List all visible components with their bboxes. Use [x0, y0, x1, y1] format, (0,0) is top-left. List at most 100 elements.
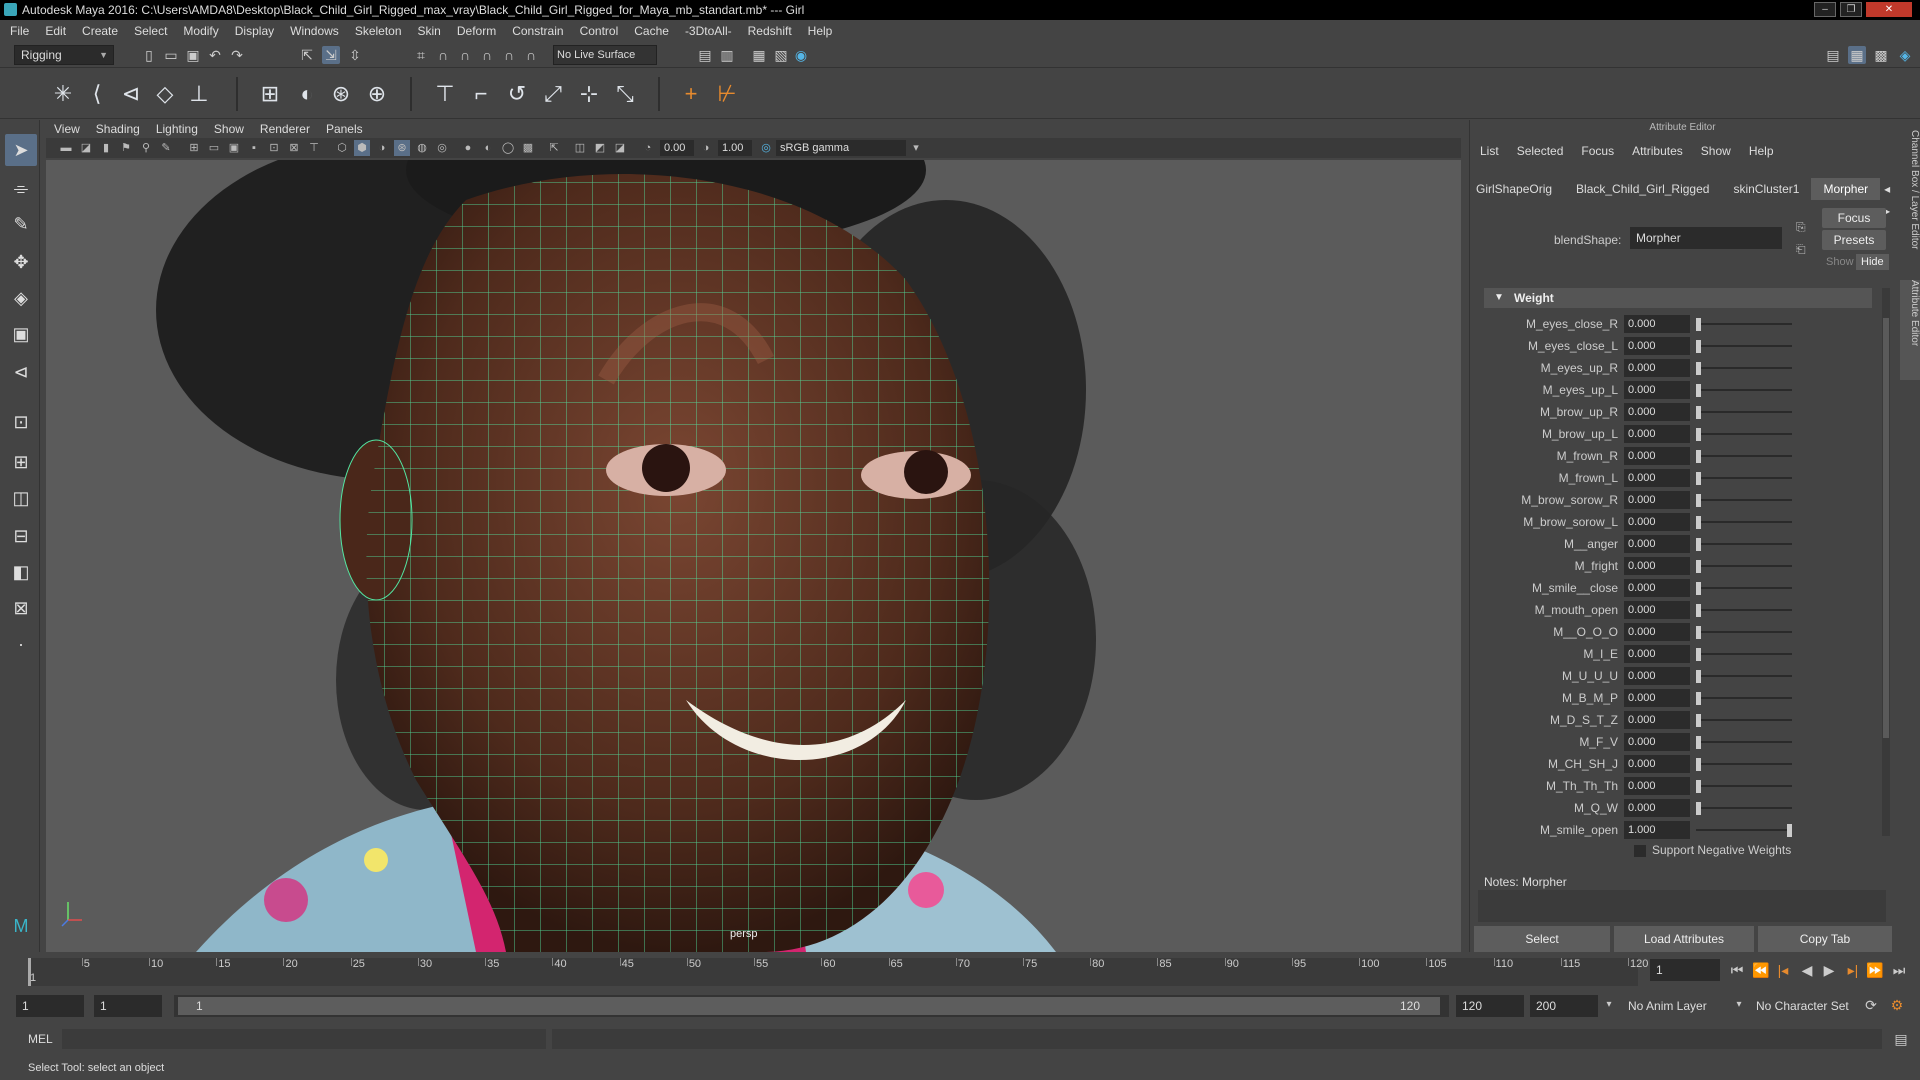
3d-viewport[interactable]: persp — [46, 160, 1461, 952]
menu-display[interactable]: Display — [235, 24, 274, 38]
minimize-icon[interactable]: – — [1814, 2, 1836, 17]
select-button[interactable]: Select — [1474, 926, 1610, 952]
weight-slider-thumb[interactable] — [1696, 692, 1701, 705]
weight-slider-thumb[interactable] — [1696, 406, 1701, 419]
menu-control[interactable]: Control — [580, 24, 619, 38]
attribute-editor-side-tab[interactable]: Attribute Editor — [1900, 280, 1920, 380]
open-scene-icon[interactable]: ▭ — [162, 46, 180, 64]
modeling-toolkit-icon[interactable]: ▤ — [1824, 46, 1842, 64]
support-negative-checkbox[interactable]: Support Negative Weights — [1634, 843, 1791, 857]
weight-slider-track[interactable] — [1696, 829, 1792, 831]
field-chart-icon[interactable]: ⊡ — [266, 140, 282, 156]
mel-input[interactable] — [62, 1029, 546, 1049]
ik-spline-icon[interactable]: ◇ — [150, 79, 180, 109]
go-to-start-icon[interactable]: ⏮ — [1728, 961, 1746, 979]
notes-textarea[interactable] — [1478, 890, 1886, 922]
anim-layer-dropdown[interactable]: No Anim Layer — [1622, 995, 1732, 1017]
ae-menu-attributes[interactable]: Attributes — [1632, 144, 1683, 158]
script-editor-icon[interactable]: ▤ — [1892, 1030, 1910, 1048]
output-connection-icon[interactable]: ⎗ — [1796, 242, 1806, 257]
lights-icon[interactable]: ◎ — [434, 140, 450, 156]
ae-menu-help[interactable]: Help — [1749, 144, 1774, 158]
playback-start-field[interactable]: 1 — [94, 995, 162, 1017]
camera-select-icon[interactable]: ▬ — [58, 140, 74, 156]
weight-slider-thumb[interactable] — [1696, 516, 1701, 529]
ae-menu-show[interactable]: Show — [1701, 144, 1731, 158]
aim-constraint-icon[interactable]: ⊹ — [574, 79, 604, 109]
mel-label[interactable]: MEL — [28, 1032, 53, 1046]
weight-slider-thumb[interactable] — [1696, 780, 1701, 793]
snap-live-icon[interactable]: ∩ — [522, 46, 540, 64]
close-icon[interactable]: ✕ — [1866, 2, 1912, 17]
vp-menu-lighting[interactable]: Lighting — [156, 122, 198, 136]
insert-joint-icon[interactable]: ⟨ — [82, 79, 112, 109]
locator-icon[interactable]: ⊬ — [712, 79, 742, 109]
weight-value-field[interactable]: 0.000 — [1624, 601, 1690, 619]
range-slider-handle[interactable]: 1 120 — [178, 997, 1440, 1015]
select-object-icon[interactable]: ⇲ — [322, 46, 340, 64]
weight-slider-thumb[interactable] — [1696, 494, 1701, 507]
channel-box-toggle-icon[interactable]: ◈ — [1896, 46, 1914, 64]
ae-menu-list[interactable]: List — [1480, 144, 1499, 158]
smooth-shade-icon[interactable]: ⬢ — [354, 140, 370, 156]
weight-slider-track[interactable] — [1696, 367, 1792, 369]
tab-morpher[interactable]: Morpher — [1811, 178, 1881, 200]
weight-value-field[interactable]: 0.000 — [1624, 535, 1690, 553]
weight-slider-track[interactable] — [1696, 411, 1792, 413]
select-tool-icon[interactable]: ➤ — [5, 134, 37, 166]
character-set-dropdown[interactable]: No Character Set — [1750, 995, 1860, 1017]
weight-slider-track[interactable] — [1696, 433, 1792, 435]
snap-point-icon[interactable]: ∩ — [456, 46, 474, 64]
playback-end-field[interactable]: 120 — [1456, 995, 1524, 1017]
weight-value-field[interactable]: 0.000 — [1624, 315, 1690, 333]
weight-value-field[interactable]: 0.000 — [1624, 579, 1690, 597]
vp-menu-shading[interactable]: Shading — [96, 122, 140, 136]
layout-graph-icon[interactable]: ◧ — [5, 556, 37, 588]
last-tool-icon[interactable]: ⊲ — [5, 356, 37, 388]
render-settings-icon[interactable]: ▧ — [772, 46, 790, 64]
select-component-icon[interactable]: ⇳ — [346, 46, 364, 64]
weight-value-field[interactable]: 0.000 — [1624, 755, 1690, 773]
range-slider[interactable]: 1 120 — [174, 995, 1449, 1017]
step-forward-frame-icon[interactable]: ▸| — [1844, 961, 1862, 979]
weight-slider-track[interactable] — [1696, 807, 1792, 809]
chevron-down-icon[interactable]: ▾ — [908, 140, 924, 156]
vp-menu-panels[interactable]: Panels — [326, 122, 363, 136]
checkbox-box[interactable] — [1634, 844, 1646, 857]
layout-outliner-icon[interactable]: ⊟ — [5, 520, 37, 552]
weight-slider-track[interactable] — [1696, 653, 1792, 655]
rotate-tool-icon[interactable]: ◈ — [5, 282, 37, 314]
menu-help[interactable]: Help — [808, 24, 833, 38]
play-backward-icon[interactable]: ◀ — [1798, 961, 1816, 979]
channel-box-side-tab[interactable]: Channel Box / Layer Editor — [1900, 130, 1920, 270]
camera-attr-icon[interactable]: ◪ — [78, 140, 94, 156]
menu-create[interactable]: Create — [82, 24, 118, 38]
animation-end-field[interactable]: 200 — [1530, 995, 1598, 1017]
step-forward-key-icon[interactable]: ⏩ — [1866, 961, 1884, 979]
weight-slider-thumb[interactable] — [1696, 318, 1701, 331]
weight-slider-track[interactable] — [1696, 785, 1792, 787]
weight-value-field[interactable]: 0.000 — [1624, 667, 1690, 685]
live-surface-field[interactable]: No Live Surface — [553, 45, 657, 65]
pole-vector-icon[interactable]: ⤡ — [610, 79, 640, 109]
snap-surface-icon[interactable]: ∩ — [500, 46, 518, 64]
weight-slider-track[interactable] — [1696, 521, 1792, 523]
paint-weights-icon[interactable]: ◐ — [292, 79, 322, 109]
shadows-icon[interactable]: ● — [460, 140, 476, 156]
ae-menu-selected[interactable]: Selected — [1517, 144, 1564, 158]
weight-slider-track[interactable] — [1696, 609, 1792, 611]
save-scene-icon[interactable]: ▣ — [184, 46, 202, 64]
weight-slider-thumb[interactable] — [1696, 472, 1701, 485]
weight-slider-thumb[interactable] — [1696, 758, 1701, 771]
animation-start-field[interactable]: 1 — [16, 995, 84, 1017]
vp-menu-renderer[interactable]: Renderer — [260, 122, 310, 136]
weight-section-header[interactable]: ▼ Weight — [1484, 288, 1872, 308]
layout-hypershade-icon[interactable]: ⊠ — [5, 592, 37, 624]
color-management-icon[interactable]: ◎ — [758, 140, 774, 156]
film-gate-icon[interactable]: ▭ — [206, 140, 222, 156]
weight-slider-track[interactable] — [1696, 543, 1792, 545]
vp-menu-view[interactable]: View — [54, 122, 80, 136]
scale-constraint-icon[interactable]: ⤢ — [538, 79, 568, 109]
snap-curve-icon[interactable]: ∩ — [434, 46, 452, 64]
weight-value-field[interactable]: 0.000 — [1624, 469, 1690, 487]
